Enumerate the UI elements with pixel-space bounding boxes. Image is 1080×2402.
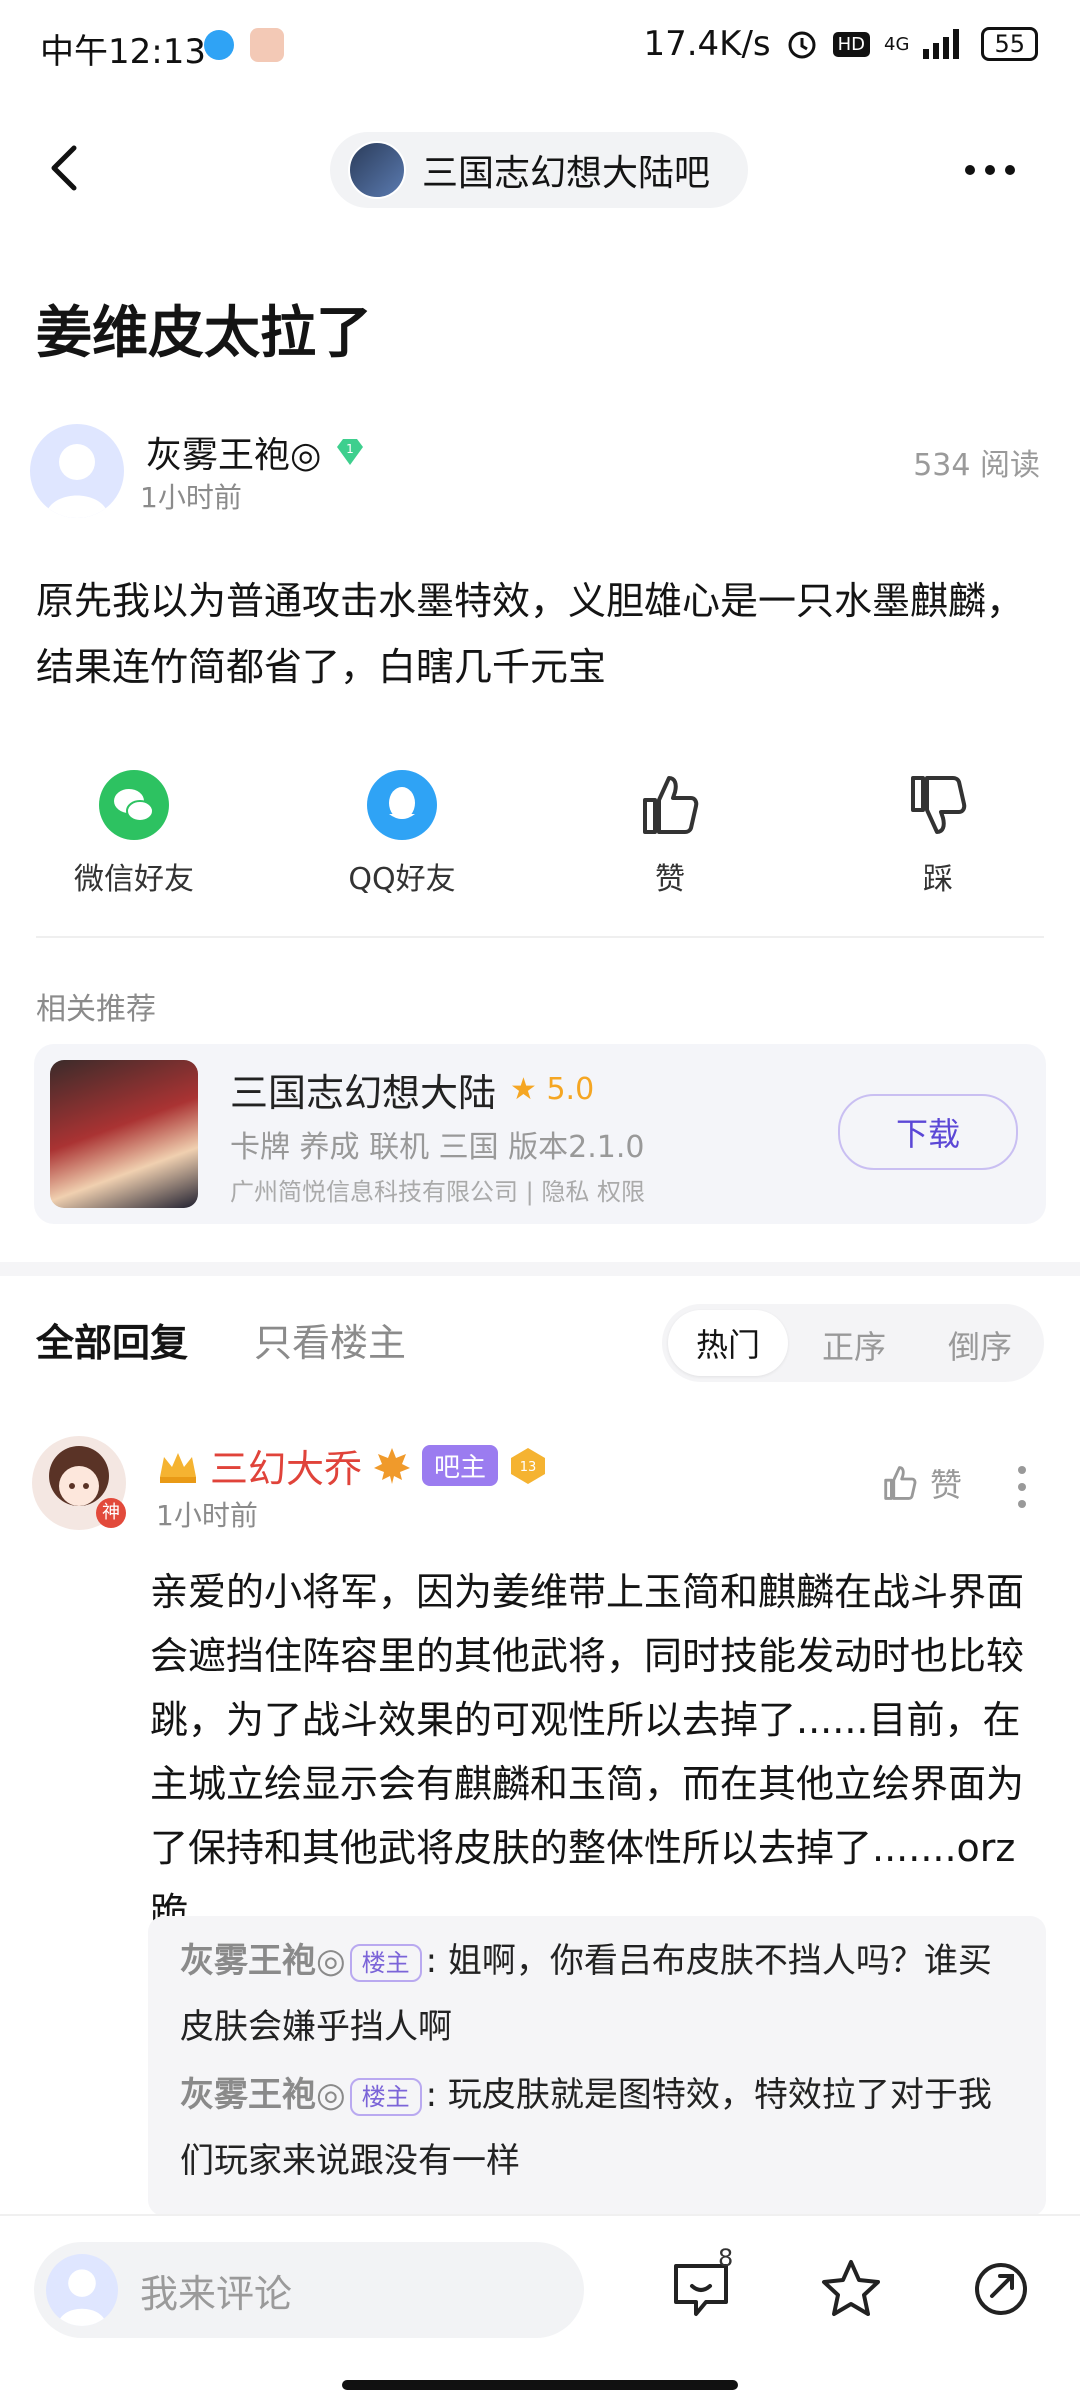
signal-type: 4G	[884, 33, 910, 55]
like-button[interactable]: 赞	[570, 770, 770, 898]
app-name-row: 三国志幻想大陆 ★ 5.0	[230, 1062, 594, 1117]
section-separator	[0, 1262, 1080, 1276]
star-icon: ★	[510, 1072, 537, 1107]
dislike-button[interactable]: 踩	[838, 770, 1038, 898]
network-speed: 17.4K/s	[643, 24, 771, 64]
app-tags: 卡牌 养成 联机 三国 版本2.1.0	[230, 1130, 645, 1165]
sort-ascending[interactable]: 正序	[822, 1322, 886, 1368]
reply-text: 亲爱的小将军，因为姜维带上玉简和麒麟在战斗界面会遮挡住阵容里的其他武将，同时技能…	[150, 1570, 1025, 1934]
wechat-icon	[99, 770, 169, 840]
level-gem-icon: 1	[337, 439, 364, 465]
download-button[interactable]: 下载	[838, 1094, 1018, 1170]
notification-icon	[204, 30, 234, 60]
dislike-label: 踩	[923, 862, 953, 897]
thumbs-up-icon	[643, 776, 699, 834]
app-rating: ★ 5.0	[510, 1072, 594, 1107]
forum-avatar	[348, 141, 406, 199]
reply-like-label: 赞	[930, 1466, 963, 1504]
sort-descending[interactable]: 倒序	[948, 1322, 1012, 1368]
comment-count: 8	[718, 2244, 734, 2272]
thumbs-down-icon	[911, 776, 967, 834]
sub-replies[interactable]: 灰雾王袍◎ 楼主: 姐啊，你看吕布皮肤不挡人吗？谁买皮肤会嫌乎挡人啊 灰雾王袍◎ 楼…	[148, 1916, 1046, 2216]
read-count: 534 阅读	[913, 448, 1040, 483]
forum-pill[interactable]: 三国志幻想大陆吧	[330, 132, 748, 208]
default-avatar-icon	[57, 2269, 107, 2326]
sort-hot[interactable]: 热门	[668, 1310, 788, 1376]
home-indicator[interactable]	[342, 2380, 738, 2390]
post-time: 1小时前	[140, 481, 242, 514]
app-company[interactable]: 广州简悦信息科技有限公司 | 隐私 权限	[230, 1172, 645, 1207]
signal-icon	[923, 29, 960, 59]
star-icon[interactable]	[818, 2256, 884, 2322]
op-badge: 楼主	[349, 1943, 422, 1982]
like-label: 赞	[655, 862, 685, 897]
app-notification-icon	[250, 28, 284, 62]
bottom-bar: 我来评论 8	[0, 2214, 1080, 2402]
related-label: 相关推荐	[36, 992, 156, 1027]
level-badge-icon: 13	[511, 1447, 546, 1484]
status-right: 17.4K/s HD 4G 55	[643, 24, 1038, 64]
maple-leaf-icon	[374, 1447, 411, 1484]
sub-reply[interactable]: 灰雾王袍◎ 楼主: 姐啊，你看吕布皮肤不挡人吗？谁买皮肤会嫌乎挡人啊	[180, 1928, 1020, 2060]
reply-author: 三幻大乔	[210, 1447, 363, 1491]
sub-reply-author[interactable]: 灰雾王袍◎	[180, 2075, 346, 2115]
hd-icon: HD	[832, 31, 871, 57]
status-bar: 中午12:13 17.4K/s HD 4G 55	[0, 0, 1080, 96]
status-time: 中午12:13	[40, 32, 206, 72]
app-name: 三国志幻想大陆	[230, 1071, 497, 1115]
sub-reply-author[interactable]: 灰雾王袍◎	[180, 1941, 346, 1981]
post-title: 姜维皮太拉了	[36, 301, 372, 366]
sub-reply[interactable]: 灰雾王袍◎ 楼主: 玩皮肤就是图特效，特效拉了对于我们玩家来说跟没有一样	[180, 2062, 1020, 2194]
op-badge: 楼主	[349, 2077, 422, 2116]
reply-time: 1小时前	[156, 1499, 258, 1532]
svg-text:13: 13	[520, 1460, 537, 1475]
share-qq-label: QQ好友	[348, 862, 456, 897]
author-name: 灰雾王袍◎	[146, 435, 322, 476]
god-badge: 神	[96, 1498, 126, 1528]
forum-name: 三国志幻想大陆吧	[422, 153, 711, 194]
my-avatar	[46, 2254, 118, 2326]
app-icon	[50, 1060, 198, 1208]
share-wechat-button[interactable]: 微信好友	[34, 770, 234, 898]
comment-placeholder: 我来评论	[140, 2271, 293, 2316]
comment-input[interactable]: 我来评论	[34, 2242, 584, 2338]
share-icon[interactable]	[968, 2256, 1034, 2322]
share-qq-button[interactable]: QQ好友	[302, 770, 502, 898]
share-wechat-label: 微信好友	[74, 862, 194, 897]
alarm-icon	[788, 31, 816, 59]
tab-owner-only[interactable]: 只看楼主	[254, 1312, 406, 1367]
reply-like-button[interactable]: 赞	[880, 1460, 962, 1506]
thumbs-up-icon	[884, 1466, 917, 1500]
reply-more-icon[interactable]	[1012, 1462, 1032, 1512]
svg-text:1: 1	[347, 442, 355, 456]
author-avatar[interactable]	[30, 424, 124, 518]
default-avatar-icon	[45, 444, 109, 518]
back-icon[interactable]	[40, 140, 96, 196]
divider	[36, 936, 1044, 938]
sort-switch: 热门 正序 倒序	[662, 1304, 1044, 1382]
author-name-row[interactable]: 灰雾王袍◎ 1	[146, 426, 369, 478]
qq-icon	[367, 770, 437, 840]
tab-all-replies[interactable]: 全部回复	[36, 1312, 188, 1367]
reply-name-row[interactable]: 三幻大乔 吧主 13	[156, 1438, 548, 1493]
app-rating-value: 5.0	[546, 1072, 595, 1107]
crown-icon	[160, 1452, 196, 1483]
related-app-card[interactable]: 三国志幻想大陆 ★ 5.0 卡牌 养成 联机 三国 版本2.1.0 广州简悦信息…	[34, 1044, 1046, 1224]
post-body: 原先我以为普通攻击水墨特效，义胆雄心是一只水墨麒麟，结果连竹简都省了，白瞎几千元…	[36, 579, 1025, 689]
more-icon[interactable]	[960, 150, 1020, 190]
battery-icon: 55	[981, 27, 1038, 61]
forum-owner-badge: 吧主	[422, 1445, 499, 1486]
